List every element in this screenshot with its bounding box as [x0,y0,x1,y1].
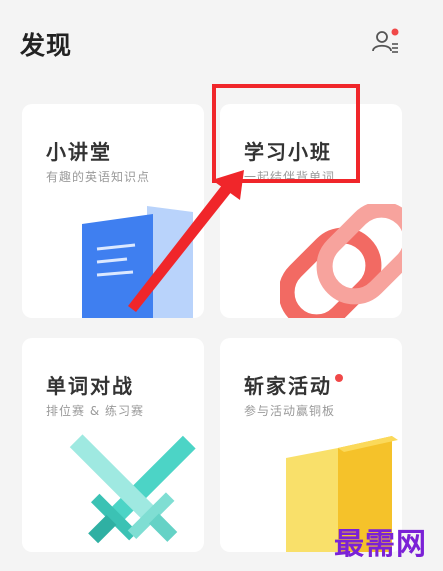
pointer-arrow [128,170,244,312]
watermark-text: 最需网 [334,527,427,562]
discover-page: 发现 小讲堂 有趣的英语知识点 学习小班 一起结伴背单词 单词对战 排位赛 & … [0,0,443,571]
